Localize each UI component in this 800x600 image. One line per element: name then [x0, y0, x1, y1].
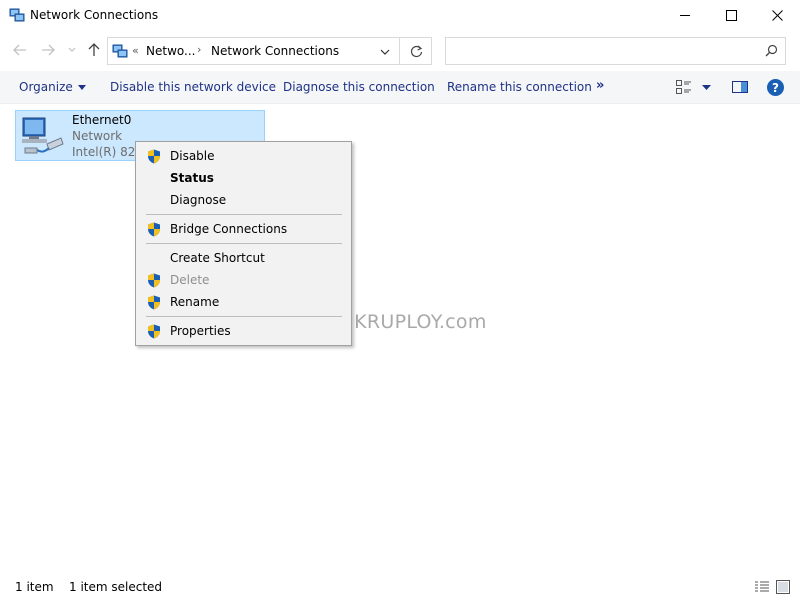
ethernet-adapter-icon [22, 117, 64, 154]
navigation-bar: « Netwo... › Network Connections [0, 31, 800, 71]
breadcrumb-overflow[interactable]: « [132, 44, 139, 57]
search-icon [765, 44, 778, 57]
refresh-icon [410, 45, 422, 57]
uac-shield-icon [148, 149, 160, 164]
up-button[interactable] [85, 41, 103, 59]
menu-item-status[interactable]: Status [136, 167, 351, 189]
status-bar: 1 item 1 item selected [0, 574, 800, 600]
menu-item-label: Properties [170, 324, 231, 338]
maximize-button[interactable] [708, 0, 754, 31]
item-count: 1 item [15, 580, 54, 594]
command-bar: Organize Disable this network device Dia… [0, 71, 800, 104]
uac-shield-icon [148, 273, 160, 288]
view-options-caret-icon[interactable] [702, 85, 711, 91]
menu-item-bridge-connections[interactable]: Bridge Connections [136, 218, 351, 240]
menu-item-label: Delete [170, 273, 210, 287]
menu-item-label: Create Shortcut [170, 251, 265, 265]
window-title: Network Connections [30, 8, 159, 22]
menu-separator [146, 214, 342, 215]
forward-arrow-icon [42, 44, 55, 56]
breadcrumb-network[interactable]: Netwo... [146, 44, 195, 58]
menu-item-label: Diagnose [170, 193, 227, 207]
disable-device-button[interactable]: Disable this network device [110, 80, 276, 94]
organize-label: Organize [19, 80, 73, 94]
title-bar: Network Connections [0, 0, 800, 31]
forward-button[interactable] [39, 41, 57, 59]
help-icon[interactable]: ? [767, 79, 784, 96]
menu-item-create-shortcut[interactable]: Create Shortcut [136, 247, 351, 269]
address-bar[interactable]: « Netwo... › Network Connections [107, 37, 432, 65]
uac-shield-icon [148, 295, 160, 310]
details-view-icon[interactable] [754, 580, 770, 594]
minimize-icon [679, 15, 690, 16]
connection-name: Ethernet0 [72, 113, 132, 127]
menu-item-disable[interactable]: Disable [136, 145, 351, 167]
up-arrow-icon [88, 43, 100, 56]
breadcrumb-separator[interactable]: › [197, 43, 201, 56]
search-input[interactable] [445, 37, 786, 65]
diagnose-connection-button[interactable]: Diagnose this connection [283, 80, 435, 94]
organize-menu[interactable]: Organize [19, 80, 86, 94]
breadcrumb-network-connections[interactable]: Network Connections [211, 44, 339, 58]
maximize-icon [725, 10, 737, 21]
connection-status: Network [72, 129, 123, 143]
close-button[interactable] [754, 0, 800, 31]
menu-item-diagnose[interactable]: Diagnose [136, 189, 351, 211]
minimize-button[interactable] [662, 0, 708, 31]
rename-connection-button[interactable]: Rename this connection [447, 80, 592, 94]
preview-pane-icon[interactable] [732, 80, 748, 94]
change-view-icon[interactable] [676, 80, 692, 94]
menu-item-label: Bridge Connections [170, 222, 288, 236]
network-connections-icon [112, 44, 128, 58]
refresh-button[interactable] [399, 38, 432, 64]
address-dropdown-button[interactable] [376, 43, 394, 61]
menu-item-label: Disable [170, 149, 215, 163]
caret-down-icon [77, 85, 86, 90]
menu-item-label: Status [170, 171, 214, 185]
uac-shield-icon [148, 222, 160, 237]
uac-shield-icon [148, 324, 160, 339]
selected-count: 1 item selected [69, 580, 163, 594]
recent-locations-button[interactable] [63, 41, 81, 59]
menu-separator [146, 243, 342, 244]
back-button[interactable] [11, 41, 29, 59]
context-menu: Disable Status Diagnose Bridge Connectio… [135, 141, 352, 346]
menu-item-delete[interactable]: Delete [136, 269, 351, 291]
chevron-down-icon [68, 47, 76, 52]
content-pane: Ethernet0 Network Intel(R) 8257 [0, 104, 800, 574]
close-icon [771, 10, 783, 21]
menu-separator [146, 316, 342, 317]
chevron-down-icon [380, 49, 390, 55]
menu-item-label: Rename [170, 295, 220, 309]
menu-item-properties[interactable]: Properties [136, 320, 351, 342]
menu-item-rename[interactable]: Rename [136, 291, 351, 313]
more-commands-button[interactable]: » [596, 78, 604, 93]
large-icons-view-icon[interactable] [776, 580, 790, 594]
back-arrow-icon [13, 44, 26, 56]
network-connections-icon [9, 8, 25, 22]
